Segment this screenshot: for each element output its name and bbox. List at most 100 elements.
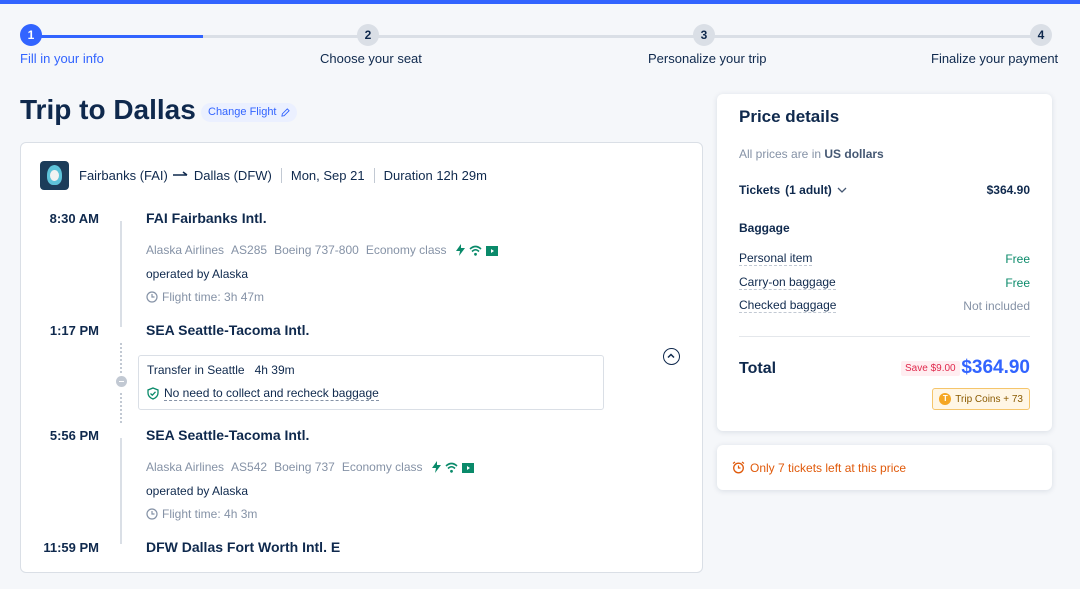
entertainment-icon bbox=[461, 462, 474, 473]
segment1-arrive-time: 1:17 PM bbox=[49, 323, 99, 338]
price-details-title: Price details bbox=[739, 107, 840, 126]
airline-logo bbox=[40, 160, 69, 190]
alert-text: Only 7 tickets left at this price bbox=[750, 460, 907, 475]
itinerary-card: Fairbanks (FAI) Dallas (DFW) Mon, Sep 21… bbox=[20, 142, 703, 573]
collapse-icon bbox=[667, 353, 675, 359]
shield-check-icon bbox=[147, 387, 159, 400]
segment2-cabin: Economy class bbox=[341, 460, 423, 474]
segment1-aircraft: Boeing 737-800 bbox=[274, 243, 359, 257]
step-label: Finalize your payment bbox=[931, 51, 1059, 66]
stepper-track bbox=[31, 35, 1041, 38]
separator bbox=[280, 167, 282, 183]
coin-icon: T bbox=[939, 393, 952, 405]
segment1-details: Alaska Airlines AS285 Boeing 737-800 Eco… bbox=[146, 243, 498, 257]
edit-icon bbox=[280, 108, 290, 117]
segment1-operated-by: operated by Alaska bbox=[146, 267, 249, 281]
segment2-flight: AS542 bbox=[231, 460, 268, 474]
transfer-info: Transfer in Seattle 4h 39m bbox=[147, 363, 295, 377]
baggage-value: Free bbox=[1005, 251, 1030, 266]
price-details-card: Price details All prices are in US dolla… bbox=[717, 94, 1052, 431]
baggage-label[interactable]: Carry-on baggage bbox=[739, 275, 836, 290]
baggage-row-carry-on: Carry-on baggage Free bbox=[739, 275, 1030, 290]
tickets-left-alert: Only 7 tickets left at this price bbox=[717, 445, 1052, 490]
tickets-label-group: Tickets (1 adult) bbox=[739, 183, 847, 197]
baggage-row-personal: Personal item Free bbox=[739, 251, 1030, 266]
summary-origin: Fairbanks (FAI) bbox=[79, 167, 168, 183]
tickets-value: $364.90 bbox=[986, 183, 1030, 197]
segment2-line bbox=[120, 438, 122, 544]
segment2-depart-airport: SEA Seattle-Tacoma Intl. bbox=[146, 427, 310, 443]
save-badge: Save $9.00 bbox=[901, 361, 960, 376]
step-number: 1 bbox=[20, 24, 42, 46]
transfer-text: Transfer in Seattle bbox=[147, 363, 245, 377]
segment1-depart-airport: FAI Fairbanks Intl. bbox=[146, 210, 267, 226]
summary-date: Mon, Sep 21 bbox=[290, 167, 365, 183]
chevron-down-icon[interactable] bbox=[837, 187, 847, 194]
baggage-label[interactable]: Checked baggage bbox=[739, 298, 837, 313]
segment1-cabin: Economy class bbox=[365, 243, 447, 257]
baggage-value: Not included bbox=[963, 298, 1030, 313]
baggage-heading-row: Baggage bbox=[739, 221, 1030, 235]
progress-stepper: 1 Fill in your info 2 Choose your seat 3… bbox=[0, 0, 1080, 80]
trip-coins-badge: T Trip Coins + 73 bbox=[932, 388, 1030, 410]
clock-icon bbox=[146, 508, 158, 520]
segment2-airline: Alaska Airlines bbox=[146, 460, 225, 474]
step-label: Personalize your trip bbox=[648, 51, 767, 66]
currency-note: All prices are in US dollars bbox=[739, 147, 884, 161]
segment1-flight-time: Flight time: 3h 47m bbox=[146, 290, 264, 304]
step-label: Fill in your info bbox=[20, 51, 104, 66]
wifi-icon bbox=[444, 462, 458, 473]
segment1-flight-time-text: Flight time: 3h 47m bbox=[162, 290, 265, 304]
segment2-depart-time: 5:56 PM bbox=[49, 428, 99, 443]
total-label: Total bbox=[739, 360, 777, 377]
stepper-progress-fill bbox=[31, 35, 203, 38]
clock-icon bbox=[146, 291, 158, 303]
entertainment-icon bbox=[485, 245, 498, 256]
alarm-icon bbox=[732, 461, 745, 474]
transfer-marker bbox=[116, 376, 127, 387]
collapse-button[interactable] bbox=[663, 348, 680, 365]
segment1-arrive-airport: SEA Seattle-Tacoma Intl. bbox=[146, 322, 310, 338]
segment2-arrive-time: 11:59 PM bbox=[43, 540, 99, 555]
tickets-row[interactable]: Tickets (1 adult) $364.90 bbox=[739, 183, 1030, 197]
route-arrow-icon bbox=[172, 171, 188, 176]
segment1-line bbox=[120, 221, 122, 327]
separator bbox=[373, 167, 375, 183]
change-flight-button[interactable]: Change Flight bbox=[201, 103, 297, 122]
itinerary-summary: Fairbanks (FAI) Dallas (DFW) Mon, Sep 21… bbox=[40, 160, 487, 190]
baggage-note-text: No need to collect and recheck baggage bbox=[164, 386, 379, 401]
segment2-details: Alaska Airlines AS542 Boeing 737 Economy… bbox=[146, 460, 474, 474]
baggage-recheck-note[interactable]: No need to collect and recheck baggage bbox=[147, 386, 379, 401]
baggage-row-checked: Checked baggage Not included bbox=[739, 298, 1030, 313]
step-label: Choose your seat bbox=[320, 51, 422, 66]
step-number: 3 bbox=[693, 24, 715, 46]
tickets-label: Tickets bbox=[739, 183, 781, 197]
segment2-aircraft: Boeing 737 bbox=[274, 460, 335, 474]
price-divider bbox=[739, 336, 1030, 337]
segment1-flight: AS285 bbox=[231, 243, 268, 257]
currency-note-bold: US dollars bbox=[824, 147, 884, 161]
summary-destination: Dallas (DFW) bbox=[193, 167, 272, 183]
step-number: 4 bbox=[1030, 24, 1052, 46]
page-title: Trip to Dallas bbox=[20, 94, 196, 125]
transfer-box: Transfer in Seattle 4h 39m No need to co… bbox=[138, 355, 604, 410]
segment2-flight-time: Flight time: 4h 3m bbox=[146, 507, 257, 521]
transfer-duration: 4h 39m bbox=[254, 363, 295, 377]
currency-note-prefix: All prices are in bbox=[739, 147, 822, 161]
baggage-heading: Baggage bbox=[739, 221, 790, 235]
power-icon bbox=[431, 461, 441, 473]
segment1-airline: Alaska Airlines bbox=[146, 243, 225, 257]
transfer-dots-bottom bbox=[120, 393, 122, 423]
segment2-operated-by: operated by Alaska bbox=[146, 484, 249, 498]
power-icon bbox=[455, 244, 465, 256]
baggage-label[interactable]: Personal item bbox=[739, 251, 813, 266]
summary-duration: Duration 12h 29m bbox=[383, 167, 487, 183]
transfer-dots-top bbox=[120, 343, 122, 373]
trip-coins-text: Trip Coins + 73 bbox=[955, 393, 1023, 405]
wifi-icon bbox=[468, 245, 482, 256]
baggage-value: Free bbox=[1005, 275, 1030, 290]
segment2-arrive-airport: DFW Dallas Fort Worth Intl. E bbox=[146, 539, 341, 555]
tickets-count: (1 adult) bbox=[785, 183, 832, 197]
change-flight-label: Change Flight bbox=[208, 106, 277, 118]
segment2-amenities bbox=[431, 461, 474, 473]
